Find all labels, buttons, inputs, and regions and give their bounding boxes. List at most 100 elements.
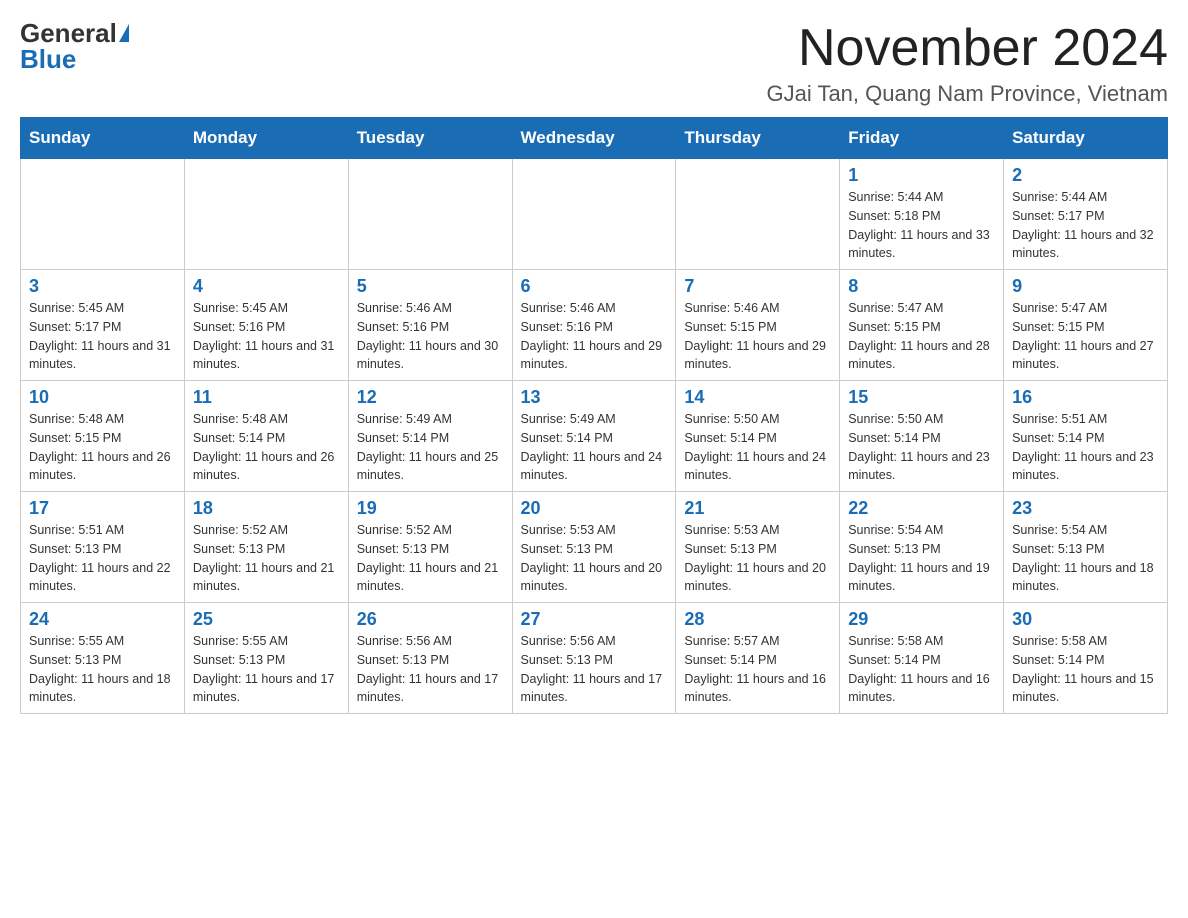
day-info: Sunrise: 5:53 AMSunset: 5:13 PMDaylight:…: [684, 521, 831, 596]
calendar-cell: 13Sunrise: 5:49 AMSunset: 5:14 PMDayligh…: [512, 381, 676, 492]
calendar-cell: 14Sunrise: 5:50 AMSunset: 5:14 PMDayligh…: [676, 381, 840, 492]
day-number: 10: [29, 387, 176, 408]
day-number: 27: [521, 609, 668, 630]
calendar-cell: 28Sunrise: 5:57 AMSunset: 5:14 PMDayligh…: [676, 603, 840, 714]
day-info: Sunrise: 5:53 AMSunset: 5:13 PMDaylight:…: [521, 521, 668, 596]
weekday-header-monday: Monday: [184, 118, 348, 159]
day-number: 6: [521, 276, 668, 297]
day-number: 18: [193, 498, 340, 519]
calendar-cell: 20Sunrise: 5:53 AMSunset: 5:13 PMDayligh…: [512, 492, 676, 603]
day-number: 21: [684, 498, 831, 519]
day-number: 24: [29, 609, 176, 630]
day-info: Sunrise: 5:48 AMSunset: 5:14 PMDaylight:…: [193, 410, 340, 485]
day-info: Sunrise: 5:55 AMSunset: 5:13 PMDaylight:…: [29, 632, 176, 707]
page-header: General Blue November 2024 GJai Tan, Qua…: [20, 20, 1168, 107]
day-number: 20: [521, 498, 668, 519]
day-number: 5: [357, 276, 504, 297]
day-info: Sunrise: 5:49 AMSunset: 5:14 PMDaylight:…: [521, 410, 668, 485]
day-info: Sunrise: 5:46 AMSunset: 5:16 PMDaylight:…: [357, 299, 504, 374]
day-info: Sunrise: 5:48 AMSunset: 5:15 PMDaylight:…: [29, 410, 176, 485]
calendar-cell: 25Sunrise: 5:55 AMSunset: 5:13 PMDayligh…: [184, 603, 348, 714]
day-number: 7: [684, 276, 831, 297]
calendar-table: SundayMondayTuesdayWednesdayThursdayFrid…: [20, 117, 1168, 714]
calendar-cell: 24Sunrise: 5:55 AMSunset: 5:13 PMDayligh…: [21, 603, 185, 714]
calendar-cell: 23Sunrise: 5:54 AMSunset: 5:13 PMDayligh…: [1004, 492, 1168, 603]
day-info: Sunrise: 5:46 AMSunset: 5:16 PMDaylight:…: [521, 299, 668, 374]
day-number: 16: [1012, 387, 1159, 408]
calendar-cell: 27Sunrise: 5:56 AMSunset: 5:13 PMDayligh…: [512, 603, 676, 714]
logo-general-text: General: [20, 20, 117, 46]
day-number: 17: [29, 498, 176, 519]
day-number: 30: [1012, 609, 1159, 630]
calendar-cell: 29Sunrise: 5:58 AMSunset: 5:14 PMDayligh…: [840, 603, 1004, 714]
day-number: 19: [357, 498, 504, 519]
day-number: 29: [848, 609, 995, 630]
day-info: Sunrise: 5:45 AMSunset: 5:16 PMDaylight:…: [193, 299, 340, 374]
day-number: 9: [1012, 276, 1159, 297]
day-info: Sunrise: 5:47 AMSunset: 5:15 PMDaylight:…: [1012, 299, 1159, 374]
calendar-cell: 12Sunrise: 5:49 AMSunset: 5:14 PMDayligh…: [348, 381, 512, 492]
day-info: Sunrise: 5:58 AMSunset: 5:14 PMDaylight:…: [1012, 632, 1159, 707]
calendar-cell: 1Sunrise: 5:44 AMSunset: 5:18 PMDaylight…: [840, 159, 1004, 270]
calendar-cell: 22Sunrise: 5:54 AMSunset: 5:13 PMDayligh…: [840, 492, 1004, 603]
calendar-subtitle: GJai Tan, Quang Nam Province, Vietnam: [767, 81, 1169, 107]
calendar-cell: 5Sunrise: 5:46 AMSunset: 5:16 PMDaylight…: [348, 270, 512, 381]
calendar-cell: 3Sunrise: 5:45 AMSunset: 5:17 PMDaylight…: [21, 270, 185, 381]
day-info: Sunrise: 5:54 AMSunset: 5:13 PMDaylight:…: [1012, 521, 1159, 596]
day-info: Sunrise: 5:47 AMSunset: 5:15 PMDaylight:…: [848, 299, 995, 374]
calendar-cell: 18Sunrise: 5:52 AMSunset: 5:13 PMDayligh…: [184, 492, 348, 603]
day-number: 12: [357, 387, 504, 408]
week-row-3: 10Sunrise: 5:48 AMSunset: 5:15 PMDayligh…: [21, 381, 1168, 492]
day-number: 26: [357, 609, 504, 630]
week-row-4: 17Sunrise: 5:51 AMSunset: 5:13 PMDayligh…: [21, 492, 1168, 603]
day-number: 3: [29, 276, 176, 297]
calendar-cell: [184, 159, 348, 270]
logo-blue-text: Blue: [20, 46, 76, 72]
calendar-cell: 21Sunrise: 5:53 AMSunset: 5:13 PMDayligh…: [676, 492, 840, 603]
day-info: Sunrise: 5:49 AMSunset: 5:14 PMDaylight:…: [357, 410, 504, 485]
day-number: 2: [1012, 165, 1159, 186]
day-info: Sunrise: 5:51 AMSunset: 5:13 PMDaylight:…: [29, 521, 176, 596]
weekday-header-row: SundayMondayTuesdayWednesdayThursdayFrid…: [21, 118, 1168, 159]
week-row-5: 24Sunrise: 5:55 AMSunset: 5:13 PMDayligh…: [21, 603, 1168, 714]
day-number: 22: [848, 498, 995, 519]
calendar-cell: 9Sunrise: 5:47 AMSunset: 5:15 PMDaylight…: [1004, 270, 1168, 381]
calendar-cell: 15Sunrise: 5:50 AMSunset: 5:14 PMDayligh…: [840, 381, 1004, 492]
calendar-title: November 2024: [767, 20, 1169, 77]
weekday-header-thursday: Thursday: [676, 118, 840, 159]
calendar-cell: 7Sunrise: 5:46 AMSunset: 5:15 PMDaylight…: [676, 270, 840, 381]
day-info: Sunrise: 5:52 AMSunset: 5:13 PMDaylight:…: [357, 521, 504, 596]
day-number: 4: [193, 276, 340, 297]
day-number: 13: [521, 387, 668, 408]
calendar-cell: 2Sunrise: 5:44 AMSunset: 5:17 PMDaylight…: [1004, 159, 1168, 270]
day-info: Sunrise: 5:58 AMSunset: 5:14 PMDaylight:…: [848, 632, 995, 707]
day-info: Sunrise: 5:45 AMSunset: 5:17 PMDaylight:…: [29, 299, 176, 374]
day-number: 25: [193, 609, 340, 630]
day-number: 8: [848, 276, 995, 297]
day-info: Sunrise: 5:46 AMSunset: 5:15 PMDaylight:…: [684, 299, 831, 374]
day-info: Sunrise: 5:56 AMSunset: 5:13 PMDaylight:…: [521, 632, 668, 707]
calendar-cell: 10Sunrise: 5:48 AMSunset: 5:15 PMDayligh…: [21, 381, 185, 492]
weekday-header-saturday: Saturday: [1004, 118, 1168, 159]
day-number: 23: [1012, 498, 1159, 519]
weekday-header-friday: Friday: [840, 118, 1004, 159]
calendar-cell: 19Sunrise: 5:52 AMSunset: 5:13 PMDayligh…: [348, 492, 512, 603]
weekday-header-tuesday: Tuesday: [348, 118, 512, 159]
calendar-cell: 4Sunrise: 5:45 AMSunset: 5:16 PMDaylight…: [184, 270, 348, 381]
calendar-cell: 30Sunrise: 5:58 AMSunset: 5:14 PMDayligh…: [1004, 603, 1168, 714]
day-number: 1: [848, 165, 995, 186]
day-info: Sunrise: 5:51 AMSunset: 5:14 PMDaylight:…: [1012, 410, 1159, 485]
day-info: Sunrise: 5:52 AMSunset: 5:13 PMDaylight:…: [193, 521, 340, 596]
calendar-cell: [348, 159, 512, 270]
calendar-cell: 17Sunrise: 5:51 AMSunset: 5:13 PMDayligh…: [21, 492, 185, 603]
day-info: Sunrise: 5:50 AMSunset: 5:14 PMDaylight:…: [684, 410, 831, 485]
weekday-header-wednesday: Wednesday: [512, 118, 676, 159]
day-info: Sunrise: 5:55 AMSunset: 5:13 PMDaylight:…: [193, 632, 340, 707]
calendar-cell: 11Sunrise: 5:48 AMSunset: 5:14 PMDayligh…: [184, 381, 348, 492]
day-number: 15: [848, 387, 995, 408]
day-number: 14: [684, 387, 831, 408]
calendar-cell: [21, 159, 185, 270]
logo: General Blue: [20, 20, 129, 72]
day-number: 28: [684, 609, 831, 630]
title-block: November 2024 GJai Tan, Quang Nam Provin…: [767, 20, 1169, 107]
